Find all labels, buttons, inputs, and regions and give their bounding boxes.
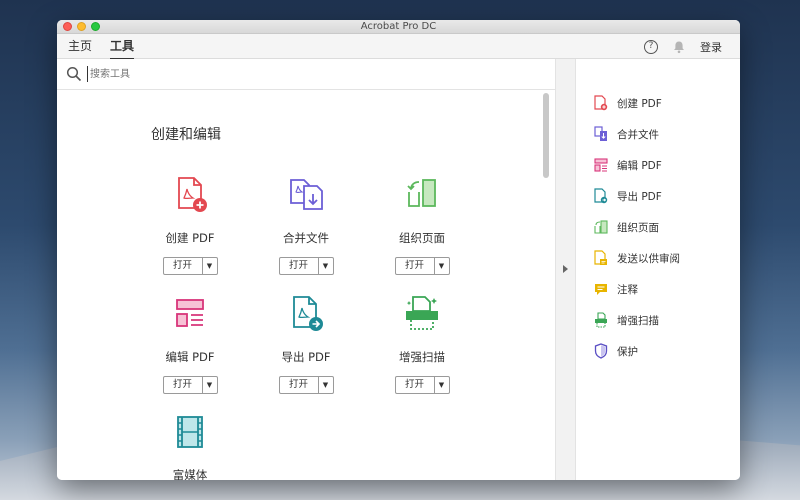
- send-review-icon: [594, 250, 607, 265]
- tab-tools[interactable]: 工具: [110, 34, 135, 60]
- open-button[interactable]: 打开 ▼: [162, 376, 218, 394]
- open-button[interactable]: 打开 ▼: [162, 257, 218, 275]
- open-label[interactable]: 打开: [396, 258, 435, 274]
- tool-card-export-pdf: 导出 PDF 打开 ▼: [261, 293, 351, 394]
- enhance-scan-icon[interactable]: [401, 293, 443, 335]
- tool-name: 组织页面: [399, 231, 445, 245]
- tool-name: 合并文件: [283, 231, 329, 245]
- search-input[interactable]: [87, 66, 487, 82]
- tools-content: 创建和编辑 创建 PDF 打开 ▼ 合并文件 打开 ▼ 组织页面 打开 ▼ 编辑…: [57, 90, 555, 480]
- sidebar-item-label: 增强扫描: [617, 314, 659, 327]
- tool-name: 富媒体: [172, 468, 208, 480]
- sidebar-item-edit-pdf[interactable]: 编辑 PDF: [594, 157, 662, 173]
- organize-pages-icon: [594, 220, 608, 234]
- tool-name: 创建 PDF: [165, 231, 215, 245]
- edit-pdf-icon[interactable]: [169, 293, 211, 335]
- shield-icon: [594, 343, 608, 359]
- help-icon[interactable]: ?: [644, 39, 658, 54]
- sidebar-item-label: 注释: [617, 283, 638, 296]
- chevron-down-icon[interactable]: ▼: [319, 377, 333, 393]
- search-bar: [57, 59, 555, 90]
- open-button[interactable]: 打开 ▼: [394, 376, 450, 394]
- sidebar-item-organize-pages[interactable]: 组织页面: [594, 219, 659, 235]
- chevron-down-icon[interactable]: ▼: [203, 258, 217, 274]
- export-pdf-icon: [594, 188, 608, 204]
- panel-splitter[interactable]: [555, 59, 576, 480]
- open-label[interactable]: 打开: [164, 377, 203, 393]
- sidebar-item-label: 创建 PDF: [617, 97, 662, 110]
- tool-card-rich-media: 富媒体: [145, 411, 235, 480]
- edit-pdf-icon: [594, 158, 608, 172]
- section-title: 创建和编辑: [151, 127, 221, 143]
- tool-card-combine-files: 合并文件 打开 ▼: [261, 174, 351, 275]
- scrollbar[interactable]: [543, 93, 549, 178]
- open-label[interactable]: 打开: [280, 377, 319, 393]
- sidebar-item-label: 组织页面: [617, 221, 659, 234]
- create-pdf-icon: [594, 95, 608, 111]
- sidebar-item-label: 编辑 PDF: [617, 159, 662, 172]
- organize-pages-icon[interactable]: [401, 174, 443, 216]
- tab-home[interactable]: 主页: [68, 34, 92, 58]
- sidebar-item-enhance-scan[interactable]: 增强扫描: [594, 312, 659, 328]
- app-window: Acrobat Pro DC 主页 工具 ? 登录 创建和编辑: [57, 20, 740, 480]
- open-button[interactable]: 打开 ▼: [394, 257, 450, 275]
- search-icon: [66, 66, 82, 82]
- tool-name: 导出 PDF: [281, 350, 331, 364]
- expand-arrow-icon[interactable]: [563, 265, 568, 273]
- login-button[interactable]: 登录: [700, 39, 722, 55]
- sidebar-item-label: 保护: [617, 345, 638, 358]
- rich-media-icon[interactable]: [169, 411, 211, 453]
- comment-icon: [595, 284, 607, 295]
- tool-card-create-pdf: 创建 PDF 打开 ▼: [145, 174, 235, 275]
- sidebar-item-export-pdf[interactable]: 导出 PDF: [594, 188, 662, 204]
- open-label[interactable]: 打开: [280, 258, 319, 274]
- top-nav: 主页 工具 ? 登录: [57, 34, 740, 60]
- create-pdf-icon[interactable]: [169, 174, 211, 216]
- combine-files-icon: [594, 126, 607, 141]
- chevron-down-icon[interactable]: ▼: [435, 258, 449, 274]
- tool-name: 增强扫描: [399, 350, 445, 364]
- open-label[interactable]: 打开: [164, 258, 203, 274]
- sidebar-item-label: 合并文件: [617, 128, 659, 141]
- enhance-scan-icon: [595, 312, 607, 328]
- tool-card-enhance-scan: 增强扫描 打开 ▼: [377, 293, 467, 394]
- open-label[interactable]: 打开: [396, 377, 435, 393]
- tool-card-organize-pages: 组织页面 打开 ▼: [377, 174, 467, 275]
- sidebar-item-comment[interactable]: 注释: [594, 281, 638, 297]
- chevron-down-icon[interactable]: ▼: [203, 377, 217, 393]
- open-button[interactable]: 打开 ▼: [278, 257, 334, 275]
- title-bar: Acrobat Pro DC: [57, 20, 740, 34]
- right-tools-panel: 创建 PDF 合并文件 编辑 PDF 导出 PDF 组织页面 发送以供审阅 注释…: [576, 59, 740, 480]
- tool-name: 编辑 PDF: [165, 350, 215, 364]
- chevron-down-icon[interactable]: ▼: [319, 258, 333, 274]
- sidebar-item-combine-files[interactable]: 合并文件: [594, 126, 659, 142]
- tools-main-panel: 创建和编辑 创建 PDF 打开 ▼: [57, 59, 555, 480]
- sidebar-item-send-review[interactable]: 发送以供审阅: [594, 250, 680, 266]
- combine-files-icon[interactable]: [285, 174, 327, 216]
- sidebar-item-label: 发送以供审阅: [617, 252, 680, 265]
- open-button[interactable]: 打开 ▼: [278, 376, 334, 394]
- sidebar-item-label: 导出 PDF: [617, 190, 662, 203]
- window-title: Acrobat Pro DC: [360, 21, 437, 32]
- bell-icon[interactable]: [672, 40, 686, 54]
- tool-card-edit-pdf: 编辑 PDF 打开 ▼: [145, 293, 235, 394]
- sidebar-item-protect[interactable]: 保护: [594, 343, 638, 359]
- sidebar-item-create-pdf[interactable]: 创建 PDF: [594, 95, 662, 111]
- chevron-down-icon[interactable]: ▼: [435, 377, 449, 393]
- export-pdf-icon[interactable]: [285, 293, 327, 335]
